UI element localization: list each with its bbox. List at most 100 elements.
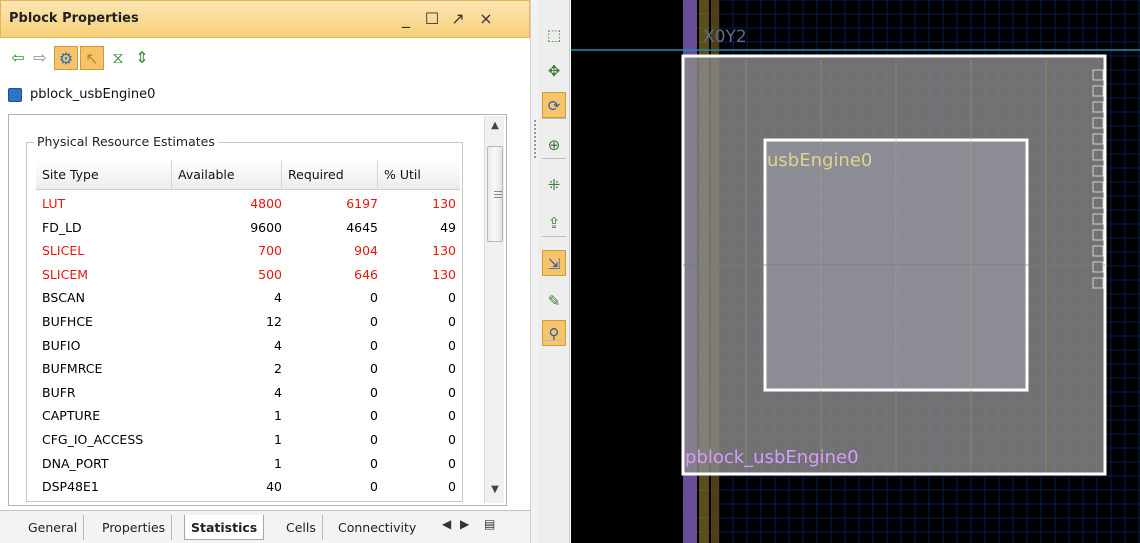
gear-icon[interactable]: ⚙ [54, 46, 78, 70]
grip-line [494, 197, 502, 198]
util-cell: 49 [440, 219, 456, 235]
site-type-cell: BUFMRCE [42, 361, 103, 377]
site-type-cell: DNA_PORT [42, 455, 109, 471]
grip-line [494, 194, 502, 195]
table-row[interactable]: SLICEL 700 904 130 [36, 239, 460, 263]
site-type-cell: DSP48E1 [42, 479, 99, 495]
toolbar-separator [542, 118, 566, 119]
splitter-grip [534, 120, 536, 160]
util-cell: 130 [432, 196, 456, 211]
auto-fit-icon[interactable]: ⟳ [542, 92, 566, 118]
available-cell: 40 [266, 479, 282, 495]
tab-connectivity[interactable]: Connectivity [332, 515, 422, 540]
column-header-required[interactable]: Required [282, 160, 378, 190]
grip-line [494, 191, 502, 192]
panel-splitter[interactable] [530, 0, 538, 543]
tab-scroll-left-icon[interactable]: ◀ [442, 517, 451, 531]
group-title: Physical Resource Estimates [34, 134, 218, 149]
available-cell: 700 [258, 243, 282, 259]
select-arrow-icon[interactable]: ↖ [80, 46, 104, 70]
table-row[interactable]: CAPTURE 1 0 0 [36, 404, 460, 428]
panel-title: Pblock Properties [9, 11, 139, 26]
required-cell: 0 [370, 408, 378, 424]
required-cell: 0 [370, 290, 378, 306]
tab-statistics[interactable]: Statistics [184, 515, 265, 540]
pblock-icon [8, 88, 22, 102]
util-cell: 0 [448, 290, 456, 306]
table-row[interactable]: FD_LD 9600 4645 49 [36, 216, 460, 240]
panel-title-bar[interactable]: Pblock Properties _ ☐ ↗ × [0, 0, 530, 38]
maximize-icon[interactable]: ☐ [421, 8, 443, 30]
available-cell: 1 [274, 432, 282, 447]
tab-bar: General Properties Statistics Cells Connecti… [0, 510, 530, 543]
table-row[interactable]: CFG_IO_ACCESS 1 0 0 [36, 428, 460, 452]
available-cell: 1 [274, 455, 282, 471]
minimize-icon[interactable]: _ [395, 8, 417, 30]
select-area-icon[interactable]: ⬚ [542, 22, 566, 48]
place-cells-icon[interactable]: ⇲ [542, 250, 566, 276]
site-type-cell: SLICEM [42, 266, 88, 282]
table-row[interactable]: BSCAN 4 0 0 [36, 286, 460, 310]
available-cell: 4800 [250, 196, 282, 211]
available-cell: 4 [274, 337, 282, 353]
table-row[interactable]: BUFMRCE 2 0 0 [36, 357, 460, 381]
required-cell: 0 [370, 479, 378, 495]
drag-pblock-icon[interactable]: ⁜ [542, 172, 566, 198]
table-header: Site Type Available Required % Util [36, 160, 460, 190]
tab-scroll-right-icon[interactable]: ▶ [460, 517, 469, 531]
util-cell: 0 [448, 361, 456, 377]
search-highlight-icon[interactable]: ⚲ [542, 320, 566, 346]
required-cell: 904 [354, 243, 378, 259]
column-header-site-type[interactable]: Site Type [36, 160, 172, 190]
table-row[interactable]: SLICEM 500 646 130 [36, 263, 460, 287]
tab-general[interactable]: General [22, 515, 85, 540]
device-toolbar: ⬚ ✥ ⟳ ⊕ ⁜ ⇪ ⇲ ✎ ⚲ [538, 0, 570, 543]
cell-label: usbEngine0 [767, 150, 872, 171]
tab-list-icon[interactable]: ▤ [484, 517, 495, 531]
vertical-scrollbar[interactable]: ▲ ▼ [484, 116, 504, 503]
required-cell: 646 [354, 266, 378, 282]
table-row[interactable]: DNA_PORT 1 0 0 [36, 452, 460, 476]
fit-selection-icon[interactable]: ✥ [542, 58, 566, 84]
util-cell: 0 [448, 455, 456, 471]
toolbar-separator [542, 236, 566, 237]
forward-arrow-icon[interactable]: ⇨ [28, 46, 52, 70]
site-type-cell: FD_LD [42, 219, 82, 235]
scroll-down-icon[interactable]: ▼ [487, 482, 503, 498]
required-cell: 0 [370, 384, 378, 400]
device-canvas[interactable]: X0Y2 usbEngine0 pblock_usbEngine0 [571, 0, 1140, 543]
back-arrow-icon[interactable]: ⇦ [6, 46, 30, 70]
site-type-cell: BUFIO [42, 337, 81, 353]
scroll-thumb[interactable] [487, 146, 503, 242]
column-header-util[interactable]: % Util [378, 160, 460, 190]
available-cell: 9600 [250, 219, 282, 235]
tab-cells[interactable]: Cells [280, 515, 323, 540]
table-row[interactable]: LUT 4800 6197 130 [36, 192, 460, 216]
table-row[interactable]: BUFIO 4 0 0 [36, 334, 460, 358]
util-cell: 0 [448, 479, 456, 495]
table-row[interactable]: BUFHCE 12 0 0 [36, 310, 460, 334]
toolbar-separator [542, 340, 566, 341]
available-cell: 2 [274, 361, 282, 377]
device-view[interactable]: X0Y2 usbEngine0 pblock_usbEngine0 [571, 0, 1140, 543]
tab-properties[interactable]: Properties [96, 515, 173, 540]
collapse-icon[interactable]: ⧖ [106, 46, 130, 70]
create-pblock-icon[interactable]: ⊕ [542, 132, 566, 158]
column-header-available[interactable]: Available [172, 160, 282, 190]
float-icon[interactable]: ↗ [447, 8, 469, 30]
util-cell: 0 [448, 384, 456, 400]
site-type-cell: BUFR [42, 384, 76, 400]
util-cell: 0 [448, 432, 456, 447]
site-type-cell: BSCAN [42, 290, 85, 306]
required-cell: 0 [370, 432, 378, 447]
required-cell: 0 [370, 337, 378, 353]
move-pblock-icon[interactable]: ⇪ [542, 210, 566, 236]
table-row[interactable]: DSP48E1 40 0 0 [36, 475, 460, 499]
close-icon[interactable]: × [475, 8, 497, 30]
available-cell: 12 [266, 314, 282, 329]
expand-icon[interactable]: ⇕ [130, 46, 154, 70]
route-icon[interactable]: ✎ [542, 288, 566, 314]
table-row[interactable]: BUFR 4 0 0 [36, 381, 460, 405]
required-cell: 0 [370, 361, 378, 377]
scroll-up-icon[interactable]: ▲ [487, 118, 503, 134]
